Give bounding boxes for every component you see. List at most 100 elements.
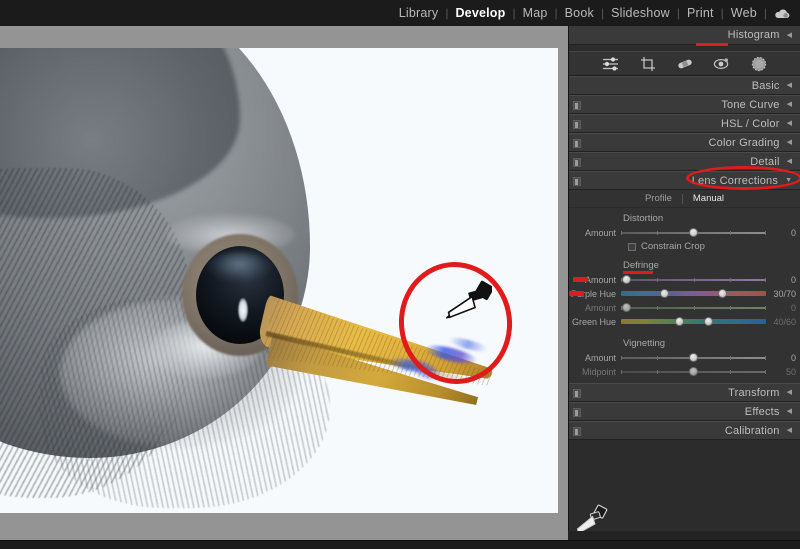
constrain-crop-checkbox[interactable] <box>628 243 636 251</box>
panel-switch-tone-curve[interactable] <box>573 101 581 110</box>
slider-label: Amount <box>569 353 621 363</box>
slider-value: 0 <box>766 303 796 313</box>
tab-manual[interactable]: Manual <box>683 193 734 204</box>
panel-switch-transform[interactable] <box>573 389 581 398</box>
panel-header-basic[interactable]: Basic ◀ <box>569 76 800 95</box>
module-develop[interactable]: Develop <box>448 0 512 26</box>
module-web[interactable]: Web <box>724 0 764 26</box>
panel-switch-calibration[interactable] <box>573 427 581 436</box>
slider-row-vignetting-midpoint[interactable]: Midpoint 50 <box>569 365 800 378</box>
panel-switch-effects[interactable] <box>573 408 581 417</box>
chevron-down-icon: ▼ <box>785 177 792 184</box>
chevron-left-icon: ◀ <box>787 101 792 108</box>
panel-switch-lens-corrections[interactable] <box>573 177 581 186</box>
image-canvas[interactable] <box>0 26 568 540</box>
slider-row-green-hue[interactable]: Green Hue 40/60 <box>569 315 800 328</box>
panel-title-color-grading: Color Grading <box>709 137 780 149</box>
chevron-left-icon: ◀ <box>787 82 792 89</box>
chevron-left-icon: ◀ <box>787 427 792 434</box>
right-develop-panel: Histogram ◀ <box>568 26 800 540</box>
panel-title-transform: Transform <box>728 387 780 399</box>
slider-label: Midpoint <box>569 367 621 377</box>
cloud-sync-icon[interactable] <box>767 8 794 19</box>
lens-corrections-body: Profile Manual Distortion Amount 0 <box>569 190 800 383</box>
panel-switch-color-grading[interactable] <box>573 139 581 148</box>
constrain-crop-row[interactable]: Constrain Crop <box>569 240 800 253</box>
slider-handle[interactable] <box>622 303 631 312</box>
chevron-left-icon: ◀ <box>787 32 792 39</box>
slider-value: 0 <box>766 228 796 238</box>
slider-label: Amount <box>569 303 621 313</box>
slider-value: 50 <box>766 367 796 377</box>
window-bottom-bar <box>0 540 800 549</box>
panel-header-color-grading[interactable]: Color Grading ◀ <box>569 133 800 152</box>
slider-track-area[interactable] <box>621 227 766 239</box>
slider-track-area[interactable] <box>621 302 766 314</box>
slider-handle[interactable] <box>689 367 698 376</box>
slider-row-defringe-green-amount[interactable]: Amount 0 <box>569 301 800 314</box>
slider-track-area[interactable] <box>621 366 766 378</box>
slider-row-purple-hue[interactable]: Purple Hue 30/70 <box>569 287 800 300</box>
chevron-left-icon: ◀ <box>787 408 792 415</box>
panel-title-lens-corrections: Lens Corrections <box>692 175 778 187</box>
slider-value: 30/70 <box>766 289 796 299</box>
panel-title-effects: Effects <box>745 406 780 418</box>
slider-track-area[interactable] <box>621 274 766 286</box>
red-highlight-mark <box>569 291 584 296</box>
panel-switch-hsl-color[interactable] <box>573 120 581 129</box>
panel-title-tone-curve: Tone Curve <box>721 99 779 111</box>
slider-value: 40/60 <box>766 317 796 327</box>
section-title-defringe: Defringe <box>569 255 800 273</box>
slider-handle[interactable] <box>622 275 631 284</box>
panel-header-detail[interactable]: Detail ◀ <box>569 152 800 171</box>
panel-header-calibration[interactable]: Calibration ◀ <box>569 421 800 440</box>
panel-switch-detail[interactable] <box>573 158 581 167</box>
panel-header-lens-corrections[interactable]: Lens Corrections ▼ <box>569 171 800 190</box>
slider-handle[interactable] <box>689 353 698 362</box>
module-slideshow[interactable]: Slideshow <box>604 0 677 26</box>
slider-value: 0 <box>766 275 796 285</box>
chevron-left-icon: ◀ <box>787 158 792 165</box>
slider-track-area[interactable] <box>621 288 766 300</box>
module-print[interactable]: Print <box>680 0 721 26</box>
red-highlight-mark <box>573 277 588 282</box>
manual-tab-red-underline <box>696 43 728 46</box>
panel-header-effects[interactable]: Effects ◀ <box>569 402 800 421</box>
panel-bottom-filler <box>568 531 800 540</box>
crop-overlay-icon[interactable] <box>638 54 658 74</box>
green-hue-handle-high[interactable] <box>704 317 713 326</box>
slider-track-area[interactable] <box>621 352 766 364</box>
panel-header-histogram[interactable]: Histogram ◀ <box>569 26 800 45</box>
module-map[interactable]: Map <box>516 0 555 26</box>
masking-icon[interactable] <box>749 54 769 74</box>
slider-handle[interactable] <box>689 228 698 237</box>
module-book[interactable]: Book <box>558 0 601 26</box>
panel-header-transform[interactable]: Transform ◀ <box>569 383 800 402</box>
panel-title-hsl-color: HSL / Color <box>721 118 780 130</box>
constrain-crop-label: Constrain Crop <box>641 241 705 252</box>
module-library[interactable]: Library <box>392 0 446 26</box>
red-eye-correction-icon[interactable] <box>712 54 732 74</box>
panel-header-hsl-color[interactable]: HSL / Color ◀ <box>569 114 800 133</box>
slider-row-defringe-purple-amount[interactable]: Amount 0 <box>569 273 800 286</box>
develop-tool-strip <box>569 51 800 76</box>
section-title-vignetting: Vignetting <box>569 329 800 351</box>
purple-hue-gradient-track <box>621 291 766 296</box>
module-picker-bar: Library | Develop | Map | Book | Slidesh… <box>0 0 800 26</box>
green-hue-gradient-track <box>621 319 766 324</box>
green-hue-handle-low[interactable] <box>675 317 684 326</box>
bird-eye-gloss <box>206 252 272 282</box>
panel-header-tone-curve[interactable]: Tone Curve ◀ <box>569 95 800 114</box>
basic-adjustments-icon[interactable] <box>601 54 621 74</box>
eyedropper-cursor <box>446 276 492 332</box>
tab-profile[interactable]: Profile <box>635 193 682 204</box>
slider-row-vignetting-amount[interactable]: Amount 0 <box>569 351 800 364</box>
photo-preview[interactable] <box>0 48 558 513</box>
purple-hue-handle-high[interactable] <box>718 289 727 298</box>
panel-title-calibration: Calibration <box>725 425 780 437</box>
spot-removal-icon[interactable] <box>675 54 695 74</box>
slider-track-area[interactable] <box>621 316 766 328</box>
slider-row-distortion-amount[interactable]: Amount 0 <box>569 226 800 239</box>
lens-corrections-tabs: Profile Manual <box>569 190 800 208</box>
purple-hue-handle-low[interactable] <box>660 289 669 298</box>
